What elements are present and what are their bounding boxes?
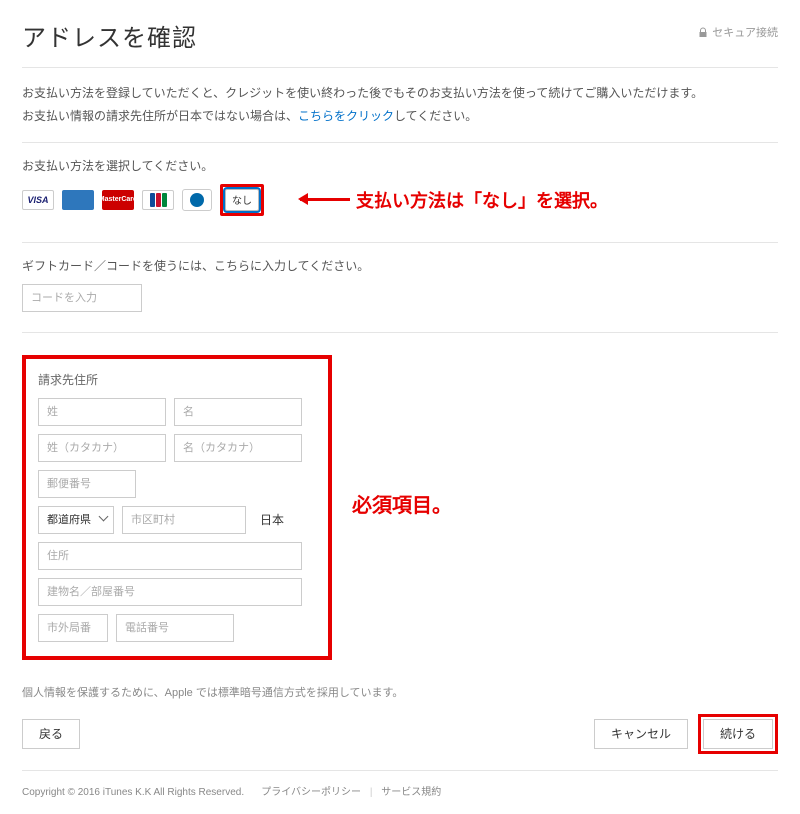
annotation-highlight-none: なし	[220, 184, 264, 216]
annotation-payment-text: 支払い方法は「なし」を選択。	[356, 187, 608, 213]
change-country-link[interactable]: こちらをクリック	[298, 109, 394, 123]
lastname-input[interactable]	[38, 398, 166, 426]
country-label: 日本	[260, 511, 284, 528]
firstname-kana-input[interactable]	[174, 434, 302, 462]
cancel-button[interactable]: キャンセル	[594, 719, 688, 749]
jcb-card-icon[interactable]	[142, 190, 174, 210]
divider	[22, 67, 778, 68]
intro-line2: お支払い情報の請求先住所が日本ではない場合は、こちらをクリックしてください。	[22, 105, 778, 128]
annotation-highlight-continue: 続ける	[698, 714, 778, 754]
annotation-highlight-address: 請求先住所 都道府県 日本	[22, 355, 332, 660]
areacode-input[interactable]	[38, 614, 108, 642]
diners-card-icon[interactable]	[182, 189, 212, 211]
divider	[22, 332, 778, 333]
building-input[interactable]	[38, 578, 302, 606]
giftcard-input[interactable]	[22, 284, 142, 312]
intro-line1: お支払い方法を登録していただくと、クレジットを使い終わった後でもそのお支払い方法…	[22, 82, 778, 105]
phone-input[interactable]	[116, 614, 234, 642]
separator: |	[370, 787, 373, 798]
payment-none-option[interactable]: なし	[225, 189, 259, 211]
copyright-text: Copyright © 2016 iTunes K.K All Rights R…	[22, 787, 244, 798]
intro-text: お支払い方法を登録していただくと、クレジットを使い終わった後でもそのお支払い方法…	[22, 82, 778, 128]
arrow-left-icon	[300, 198, 350, 201]
back-button[interactable]: 戻る	[22, 719, 80, 749]
annotation-payment: 支払い方法は「なし」を選択。	[300, 187, 608, 213]
mastercard-icon[interactable]: MasterCard	[102, 190, 134, 210]
prefecture-select[interactable]: 都道府県	[38, 506, 114, 534]
lastname-kana-input[interactable]	[38, 434, 166, 462]
page-title: アドレスを確認	[22, 18, 197, 53]
payment-label: お支払い方法を選択してください。	[22, 157, 778, 174]
city-input[interactable]	[122, 506, 246, 534]
continue-button[interactable]: 続ける	[703, 719, 773, 749]
firstname-input[interactable]	[174, 398, 302, 426]
footer: Copyright © 2016 iTunes K.K All Rights R…	[22, 770, 778, 798]
annotation-required: 必須項目。	[352, 489, 452, 518]
postalcode-input[interactable]	[38, 470, 136, 498]
billing-address-title: 請求先住所	[38, 371, 316, 388]
visa-card-icon[interactable]: VISA	[22, 190, 54, 210]
terms-link[interactable]: サービス規約	[381, 787, 441, 798]
divider	[22, 242, 778, 243]
divider	[22, 142, 778, 143]
giftcard-label: ギフトカード／コードを使うには、こちらに入力してください。	[22, 257, 778, 274]
secure-label: セキュア接続	[712, 24, 778, 40]
lock-icon	[698, 27, 708, 37]
amex-card-icon[interactable]	[62, 190, 94, 210]
privacy-note: 個人情報を保護するために、Apple では標準暗号通信方式を採用しています。	[22, 684, 778, 700]
secure-badge: セキュア接続	[698, 24, 778, 40]
privacy-policy-link[interactable]: プライバシーポリシー	[261, 787, 361, 798]
street-input[interactable]	[38, 542, 302, 570]
